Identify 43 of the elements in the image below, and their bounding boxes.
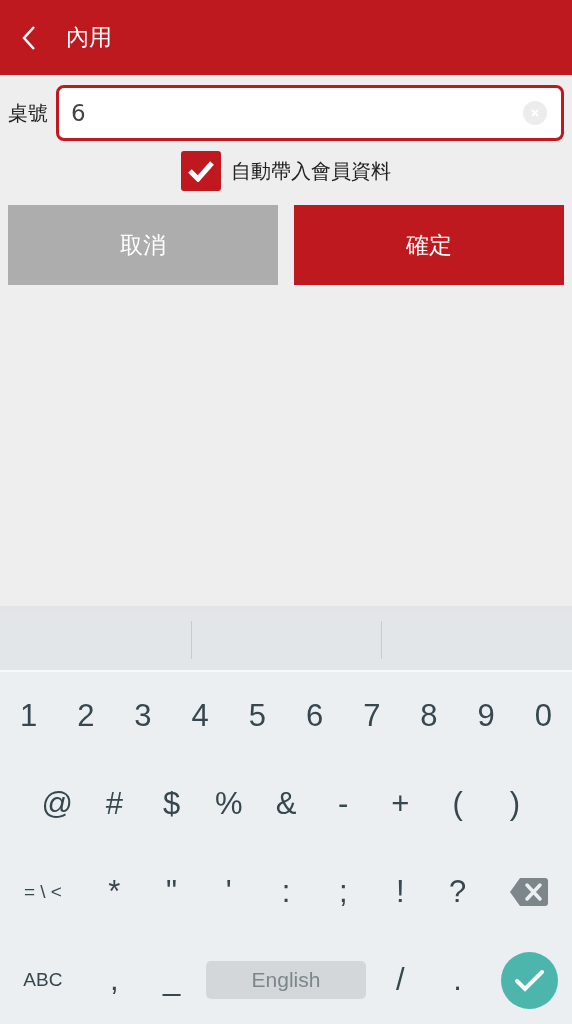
keyboard-key[interactable]: ( — [429, 774, 487, 834]
keyboard-key[interactable]: : — [257, 862, 315, 922]
checkmark-icon — [500, 951, 558, 1009]
keyboard-key[interactable]: 3 — [114, 686, 172, 746]
keyboard-key[interactable]: 7 — [343, 686, 401, 746]
table-number-field[interactable]: 6 — [56, 85, 564, 141]
keyboard-key[interactable]: 5 — [228, 686, 286, 746]
keyboard-key[interactable]: 1 — [0, 686, 58, 746]
keyboard-key[interactable]: * — [85, 862, 143, 922]
keyboard-key[interactable]: " — [143, 862, 201, 922]
keyboard-key[interactable]: & — [257, 774, 315, 834]
keyboard-key[interactable]: @ — [28, 774, 86, 834]
keyboard-key[interactable]: % — [200, 774, 258, 834]
back-icon[interactable] — [22, 24, 36, 51]
field-label: 桌號 — [8, 99, 48, 127]
checkbox[interactable] — [181, 151, 221, 191]
keyboard-key[interactable]: 2 — [57, 686, 115, 746]
keyboard-key[interactable]: $ — [143, 774, 201, 834]
keyboard-key[interactable]: ' — [200, 862, 258, 922]
keyboard-key[interactable]: ? — [429, 862, 487, 922]
keyboard-key[interactable]: / — [371, 950, 429, 1010]
keyboard-key[interactable]: # — [85, 774, 143, 834]
confirm-button[interactable]: 確定 — [294, 205, 564, 285]
keyboard-key[interactable]: ! — [371, 862, 429, 922]
keyboard-key[interactable]: - — [314, 774, 372, 834]
keyboard-key[interactable]: _ — [143, 950, 201, 1010]
keyboard-key[interactable]: ABC — [0, 950, 86, 1010]
keyboard-key[interactable]: 6 — [286, 686, 344, 746]
keyboard-key[interactable]: 8 — [400, 686, 458, 746]
keyboard-key[interactable]: ) — [486, 774, 544, 834]
keyboard-key[interactable]: ; — [314, 862, 372, 922]
backspace-icon — [510, 878, 549, 906]
page-title: 內用 — [66, 23, 112, 52]
keyboard-key[interactable]: 4 — [171, 686, 229, 746]
keyboard-key[interactable]: 9 — [457, 686, 515, 746]
keyboard-key[interactable]: 0 — [514, 686, 572, 746]
keyboard-key[interactable]: = \ < — [0, 862, 86, 922]
field-value: 6 — [71, 100, 87, 126]
keyboard-key[interactable]: + — [371, 774, 429, 834]
keyboard-key[interactable]: . — [429, 950, 487, 1010]
check-icon — [187, 160, 215, 182]
keyboard-key[interactable]: , — [85, 950, 143, 1010]
checkbox-label: 自動帶入會員資料 — [231, 157, 391, 185]
